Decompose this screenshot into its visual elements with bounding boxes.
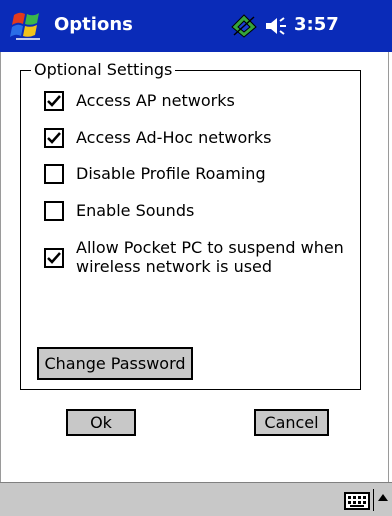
access-ap-label[interactable]: Access AP networks	[76, 91, 235, 111]
checkmark-icon	[47, 95, 61, 107]
group-legend: Optional Settings	[31, 60, 176, 80]
checkmark-icon	[47, 252, 61, 264]
connectivity-icon[interactable]	[230, 13, 258, 39]
clock[interactable]: 3:57	[294, 14, 339, 35]
ok-button[interactable]: Ok	[66, 409, 136, 436]
allow-suspend-line1: Allow Pocket PC to suspend when	[76, 238, 344, 257]
optional-settings-group	[20, 70, 361, 390]
allow-suspend-line2: wireless network is used	[76, 257, 273, 276]
allow-suspend-label[interactable]: Allow Pocket PC to suspend when wireless …	[76, 238, 344, 276]
cancel-button[interactable]: Cancel	[254, 409, 329, 436]
checkmark-icon	[47, 132, 61, 144]
change-password-button[interactable]: Change Password	[37, 347, 193, 380]
separator	[373, 489, 374, 511]
keyboard-icon[interactable]	[344, 492, 370, 510]
windows-start-icon[interactable]	[10, 9, 44, 43]
enable-sounds-checkbox[interactable]	[44, 201, 64, 221]
access-ap-checkbox[interactable]	[44, 91, 64, 111]
disable-roaming-label[interactable]: Disable Profile Roaming	[76, 164, 266, 184]
left-border	[0, 52, 1, 482]
right-border	[388, 52, 392, 482]
command-bar	[0, 482, 392, 516]
access-adhoc-label[interactable]: Access Ad-Hoc networks	[76, 128, 271, 148]
access-adhoc-checkbox[interactable]	[44, 128, 64, 148]
window-title: Options	[54, 14, 133, 35]
enable-sounds-label[interactable]: Enable Sounds	[76, 201, 194, 221]
title-bar: Options 3:57	[0, 0, 392, 52]
disable-roaming-checkbox[interactable]	[44, 164, 64, 184]
allow-suspend-checkbox[interactable]	[44, 248, 64, 268]
up-arrow-icon[interactable]	[377, 492, 389, 504]
speaker-volume-icon[interactable]	[264, 15, 290, 37]
